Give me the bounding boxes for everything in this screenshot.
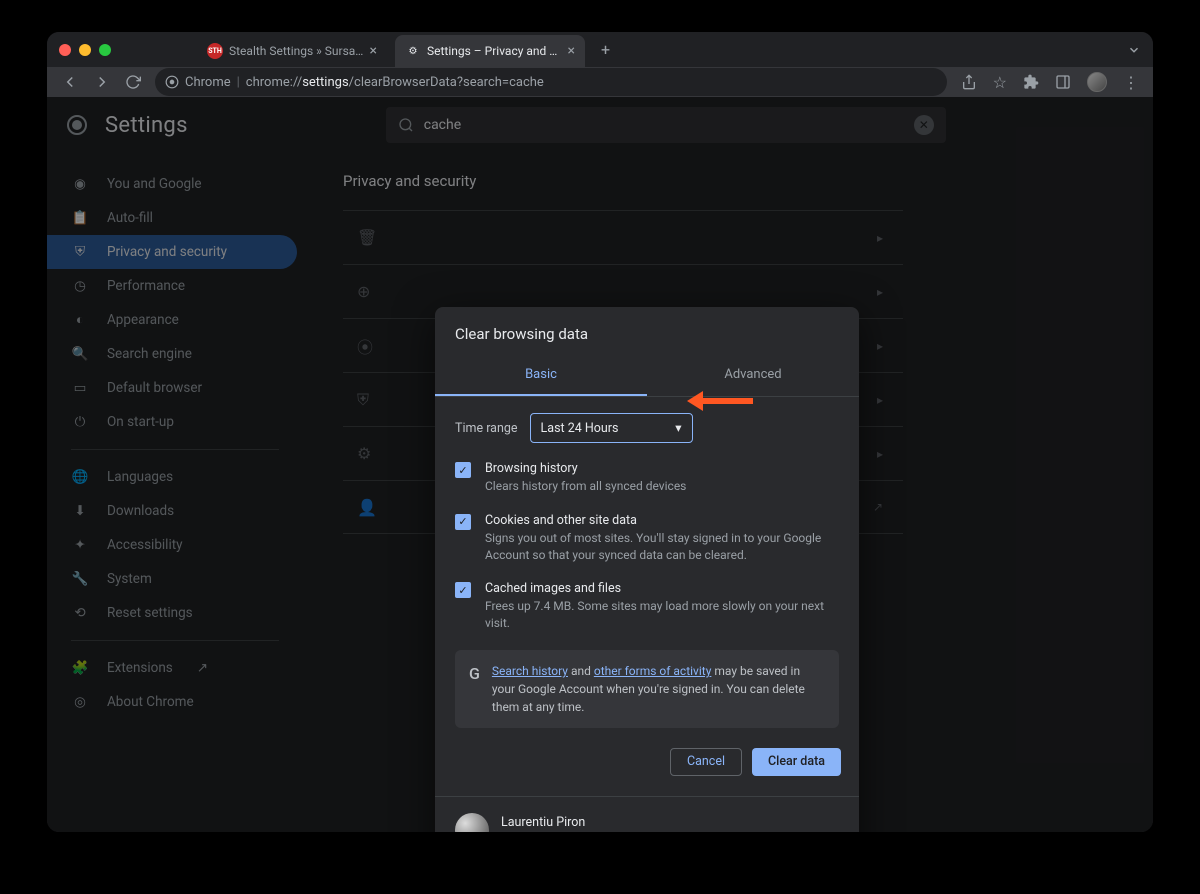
google-icon: G <box>469 662 480 716</box>
profile-sync-text: Syncing to laurentiu.piron@gmail.com <box>501 830 695 832</box>
minimize-window-button[interactable] <box>79 44 91 56</box>
select-value: Last 24 Hours <box>541 421 619 436</box>
profile-avatar[interactable] <box>1087 72 1107 92</box>
search-history-link[interactable]: Search history <box>492 664 568 678</box>
menu-icon[interactable]: ⋮ <box>1123 73 1139 92</box>
toolbar-actions: ☆ ⋮ <box>961 72 1139 92</box>
clear-option-row: ✓ Cached images and files Frees up 7.4 MB.… <box>455 581 839 632</box>
tab-title: Settings – Privacy and security <box>427 44 562 58</box>
modal-buttons: Cancel Clear data <box>435 732 859 796</box>
close-tab-icon[interactable]: × <box>568 43 575 59</box>
profile-name: Laurentiu Piron <box>501 815 695 830</box>
clear-data-modal: Clear browsing data Basic Advanced Time … <box>435 307 859 832</box>
favicon-icon: STH <box>207 43 223 59</box>
time-range-label: Time range <box>455 421 518 436</box>
profile-avatar <box>455 813 489 832</box>
other-activity-link[interactable]: other forms of activity <box>594 664 712 678</box>
clear-option-row: ✓ Cookies and other site data Signs you ou… <box>455 513 839 564</box>
checkbox[interactable]: ✓ <box>455 582 471 598</box>
reload-icon[interactable] <box>125 74 141 90</box>
share-icon[interactable] <box>961 74 977 90</box>
bookmark-icon[interactable]: ☆ <box>993 73 1007 92</box>
modal-tabs: Basic Advanced <box>435 355 859 397</box>
gear-icon: ⚙ <box>405 43 421 59</box>
option-title: Browsing history <box>485 461 686 476</box>
toolbar: Chrome | chrome://settings/clearBrowserD… <box>47 67 1153 97</box>
option-description: Clears history from all synced devices <box>485 478 686 495</box>
extensions-icon[interactable] <box>1023 74 1039 90</box>
back-icon[interactable] <box>61 73 79 91</box>
option-title: Cookies and other site data <box>485 513 839 528</box>
checkbox[interactable]: ✓ <box>455 462 471 478</box>
maximize-window-button[interactable] <box>99 44 111 56</box>
window-controls <box>59 44 111 56</box>
annotation-arrow <box>687 391 753 411</box>
profile-section: Laurentiu Piron Syncing to laurentiu.pir… <box>435 796 859 832</box>
settings-page: Settings ✕ ◉You and Google📋Auto-fill⛨Pri… <box>47 97 1153 832</box>
option-title: Cached images and files <box>485 581 839 596</box>
clear-data-button[interactable]: Clear data <box>752 748 841 776</box>
browser-window: STH Stealth Settings » Sursa de tut × ⚙ … <box>47 32 1153 832</box>
modal-title: Clear browsing data <box>435 307 859 355</box>
clear-option-row: ✓ Browsing history Clears history from all… <box>455 461 839 495</box>
browser-tab[interactable]: ⚙ Settings – Privacy and security × <box>395 35 585 67</box>
option-description: Signs you out of most sites. You'll stay… <box>485 530 839 564</box>
browser-tab[interactable]: STH Stealth Settings » Sursa de tut × <box>197 35 387 67</box>
sidepanel-icon[interactable] <box>1055 74 1071 90</box>
tab-advanced[interactable]: Advanced <box>647 355 859 396</box>
titlebar: STH Stealth Settings » Sursa de tut × ⚙ … <box>47 32 1153 67</box>
url-segment: Chrome <box>185 75 231 90</box>
info-box: G Search history and other forms of acti… <box>455 650 839 728</box>
tab-title: Stealth Settings » Sursa de tut <box>229 44 364 58</box>
close-tab-icon[interactable]: × <box>370 43 377 59</box>
option-description: Frees up 7.4 MB. Some sites may load mor… <box>485 598 839 632</box>
address-bar[interactable]: Chrome | chrome://settings/clearBrowserD… <box>155 68 947 96</box>
close-window-button[interactable] <box>59 44 71 56</box>
new-tab-button[interactable]: + <box>601 40 610 59</box>
tabs-dropdown-icon[interactable] <box>1127 43 1141 57</box>
cancel-button[interactable]: Cancel <box>670 748 742 776</box>
chevron-down-icon: ▾ <box>675 420 681 436</box>
tab-basic[interactable]: Basic <box>435 355 647 396</box>
checkbox[interactable]: ✓ <box>455 514 471 530</box>
forward-icon[interactable] <box>93 73 111 91</box>
time-range-select[interactable]: Last 24 Hours ▾ <box>530 413 693 443</box>
chrome-icon <box>165 75 179 89</box>
